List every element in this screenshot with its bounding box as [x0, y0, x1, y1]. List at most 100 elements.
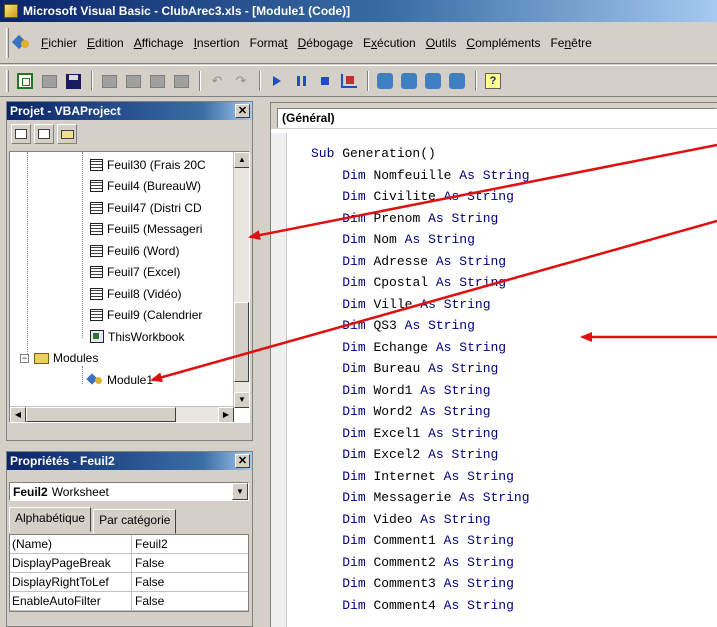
code-line-dim[interactable]: Dim QS3 As String	[311, 315, 530, 337]
object-combo[interactable]: (Général)	[277, 108, 717, 128]
find-button[interactable]	[170, 70, 192, 92]
property-value[interactable]: Feuil2	[132, 535, 168, 553]
code-line-dim[interactable]: Dim Excel2 As String	[311, 444, 530, 466]
tree-item[interactable]: Feuil9 (Calendrier	[90, 305, 202, 326]
code-line-dim[interactable]: Dim Civilite As String	[311, 186, 530, 208]
menu-d-bogage[interactable]: Débogage	[293, 36, 358, 50]
menu-fichier[interactable]: Fichier	[36, 36, 82, 50]
menu-format[interactable]: Format	[245, 36, 293, 50]
tab-par-categorie[interactable]: Par catégorie	[93, 509, 177, 534]
property-row[interactable]: DisplayPageBreak False	[10, 554, 248, 573]
menu-edition[interactable]: Edition	[82, 36, 129, 50]
toolbox-button[interactable]	[446, 70, 468, 92]
redo-button[interactable]: ↷	[230, 70, 252, 92]
object-selector[interactable]: Feuil2 Worksheet ▼	[9, 482, 249, 501]
project-explorer-button[interactable]	[374, 70, 396, 92]
reset-button[interactable]	[314, 70, 336, 92]
property-value[interactable]: False	[132, 573, 164, 591]
keyword: As	[443, 597, 460, 613]
view-object-button[interactable]	[34, 124, 54, 144]
code-line-dim[interactable]: Dim Ville As String	[311, 294, 530, 316]
menu-compl-ments[interactable]: Compléments	[461, 36, 545, 50]
property-value[interactable]: False	[132, 554, 164, 572]
run-button[interactable]	[266, 70, 288, 92]
undo-button[interactable]: ↶	[206, 70, 228, 92]
tree-item[interactable]: Module1	[88, 369, 153, 390]
collapse-icon[interactable]: −	[20, 353, 29, 363]
scroll-right-arrow-icon[interactable]: ▶	[218, 407, 234, 422]
code-line-dim[interactable]: Dim Nom As String	[311, 229, 530, 251]
code-line-dim[interactable]: Dim Comment3 As String	[311, 573, 530, 595]
object-browser-button[interactable]	[422, 70, 444, 92]
view-code-button[interactable]	[11, 124, 31, 144]
scroll-thumb[interactable]	[234, 302, 249, 382]
menu-outils[interactable]: Outils	[421, 36, 462, 50]
menu-fen-tre[interactable]: Fenêtre	[545, 36, 596, 50]
design-mode-button[interactable]	[338, 70, 360, 92]
menubar-grip[interactable]	[6, 27, 9, 58]
toolbar-grip[interactable]	[6, 70, 9, 92]
keyword: Dim	[342, 382, 366, 398]
properties-window-button[interactable]	[398, 70, 420, 92]
code-line-sub[interactable]: Sub Generation()	[311, 143, 530, 165]
property-row[interactable]: (Name) Feuil2	[10, 535, 248, 554]
property-row[interactable]: DisplayRightToLef False	[10, 573, 248, 592]
scroll-up-arrow-icon[interactable]: ▲	[234, 152, 249, 168]
code-margin-bar[interactable]	[271, 133, 287, 627]
view-excel-button[interactable]	[14, 70, 36, 92]
paste-button[interactable]	[146, 70, 168, 92]
insert-userform-button[interactable]	[38, 70, 60, 92]
tree-vertical-scrollbar[interactable]: ▲ ▼	[233, 152, 249, 408]
code-line-dim[interactable]: Dim Word2 As String	[311, 401, 530, 423]
code-line-dim[interactable]: Dim Messagerie As String	[311, 487, 529, 509]
tree-item[interactable]: Feuil7 (Excel)	[90, 262, 180, 283]
menu-ex-cution[interactable]: Exécution	[358, 36, 421, 50]
code-line-dim[interactable]: Dim Prenom As String	[311, 208, 530, 230]
code-editor[interactable]: Sub Generation() Dim Nomfeuille As Strin…	[311, 143, 530, 616]
menu-insertion[interactable]: Insertion	[189, 36, 245, 50]
chevron-down-icon[interactable]: ▼	[232, 483, 248, 500]
help-button[interactable]: ?	[482, 70, 504, 92]
tree-item[interactable]: Feuil6 (Word)	[90, 240, 179, 261]
code-line-dim[interactable]: Dim Video As String	[311, 509, 530, 531]
code-line-dim[interactable]: Dim Comment2 As String	[311, 552, 530, 574]
tree-item[interactable]: ThisWorkbook	[90, 326, 184, 347]
tree-item[interactable]: Feuil5 (Messageri	[90, 219, 202, 240]
property-value[interactable]: False	[132, 592, 164, 610]
code-line-dim[interactable]: Dim Nomfeuille As String	[311, 165, 529, 187]
code-line-dim[interactable]: Dim Bureau As String	[311, 358, 530, 380]
tree-item[interactable]: Feuil4 (BureauW)	[90, 176, 201, 197]
code-line-dim[interactable]: Dim Comment1 As String	[311, 530, 530, 552]
menu-affichage[interactable]: Affichage	[129, 36, 189, 50]
code-line-dim[interactable]: Dim Word1 As String	[311, 380, 530, 402]
scroll-left-arrow-icon[interactable]: ◀	[10, 407, 26, 422]
tree-item[interactable]: Feuil8 (Vidéo)	[90, 283, 181, 304]
save-button[interactable]	[62, 70, 84, 92]
tab-alphabetique[interactable]: Alphabétique	[9, 507, 92, 532]
type-keyword: String	[428, 232, 475, 247]
properties-panel-title-bar[interactable]: Propriétés - Feuil2 ✕	[7, 452, 252, 470]
code-line-dim[interactable]: Dim Adresse As String	[311, 251, 530, 273]
hscroll-thumb[interactable]	[26, 407, 176, 422]
tree-item[interactable]: Feuil30 (Frais 20C	[90, 154, 206, 175]
tree-item[interactable]: Feuil47 (Distri CD	[90, 197, 202, 218]
property-row[interactable]: EnableAutoFilter False	[10, 592, 248, 611]
project-panel-close-button[interactable]: ✕	[235, 104, 250, 118]
copy-button[interactable]	[122, 70, 144, 92]
code-line-dim[interactable]: Dim Internet As String	[311, 466, 530, 488]
break-button[interactable]	[290, 70, 312, 92]
undo-icon: ↶	[211, 73, 223, 88]
code-line-dim[interactable]: Dim Cpostal As String	[311, 272, 530, 294]
code-line-dim[interactable]: Dim Excel1 As String	[311, 423, 530, 445]
project-panel-title: Projet - VBAProject	[10, 104, 121, 118]
code-line-dim[interactable]: Dim Comment4 As String	[311, 595, 530, 617]
tree-item[interactable]: − Modules	[20, 348, 98, 369]
toggle-folders-button[interactable]	[57, 124, 77, 144]
cut-button[interactable]	[98, 70, 120, 92]
vba-icon[interactable]	[13, 34, 31, 52]
code-line-dim[interactable]: Dim Echange As String	[311, 337, 530, 359]
scroll-down-arrow-icon[interactable]: ▼	[234, 392, 249, 408]
project-panel-title-bar[interactable]: Projet - VBAProject ✕	[7, 102, 252, 120]
tree-horizontal-scrollbar[interactable]: ◀ ▶	[10, 406, 234, 422]
properties-panel-close-button[interactable]: ✕	[235, 454, 250, 468]
